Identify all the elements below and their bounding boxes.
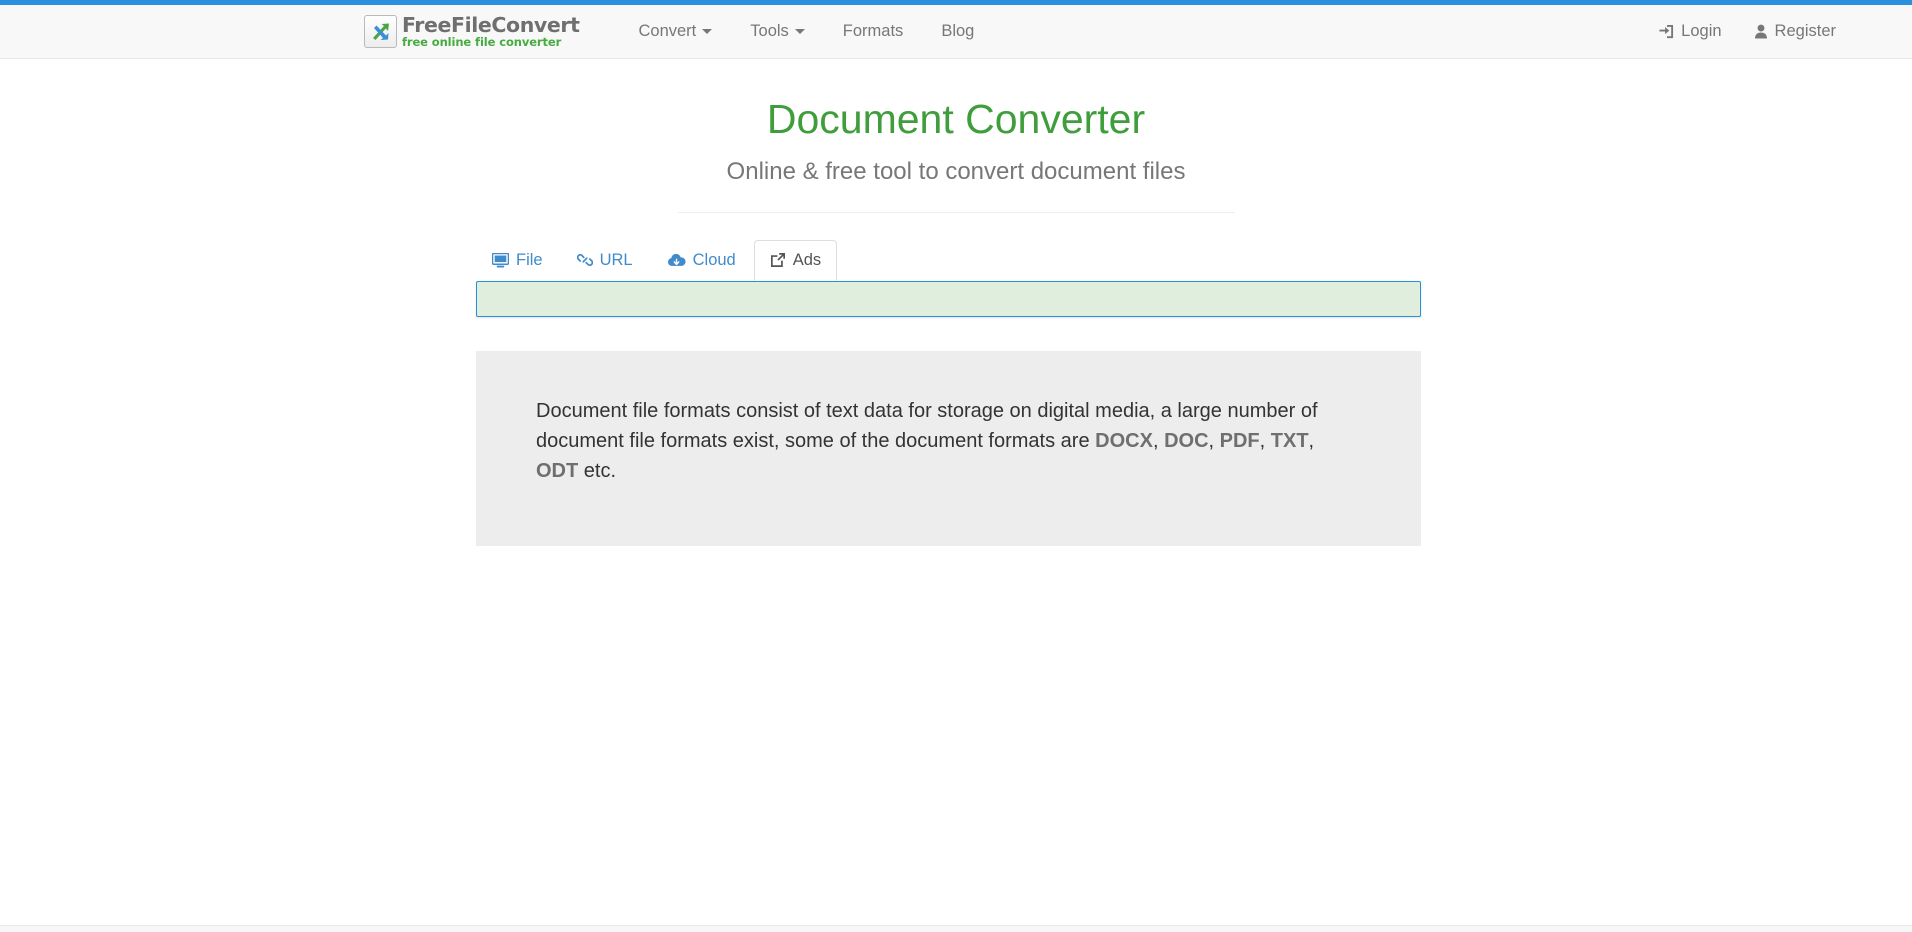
link-icon <box>577 252 593 268</box>
format-pdf: PDF <box>1220 430 1260 452</box>
nav-label-formats: Formats <box>843 22 904 41</box>
page-subtitle: Online & free tool to convert document f… <box>0 142 1912 186</box>
nav-item-convert[interactable]: Convert <box>619 5 731 58</box>
info-sep-3: , <box>1260 430 1271 452</box>
info-sep-2: , <box>1209 430 1220 452</box>
sign-in-icon <box>1659 24 1674 39</box>
upload-panel[interactable] <box>476 281 1421 317</box>
nav-item-blog[interactable]: Blog <box>922 5 993 58</box>
tab-file[interactable]: File <box>476 240 559 281</box>
user-icon <box>1754 24 1768 39</box>
tab-label-ads: Ads <box>793 251 821 269</box>
brand-logo-link[interactable]: FreeFileConvert free online file convert… <box>364 15 579 49</box>
format-txt: TXT <box>1271 430 1309 452</box>
nav-label-convert: Convert <box>638 22 696 41</box>
nav-item-formats[interactable]: Formats <box>824 5 923 58</box>
account-nav: Login Register <box>1643 5 1852 58</box>
format-info-box: Document file formats consist of text da… <box>476 351 1421 546</box>
monitor-icon <box>492 253 509 268</box>
format-info-text: Document file formats consist of text da… <box>536 396 1361 486</box>
page-title: Document Converter <box>0 97 1912 142</box>
chevron-down-icon <box>702 29 712 34</box>
chevron-down-icon <box>795 29 805 34</box>
primary-nav: Convert Tools Formats Blog <box>619 5 993 58</box>
cloud-download-icon <box>667 253 686 268</box>
format-docx: DOCX <box>1095 430 1153 452</box>
nav-label-blog: Blog <box>941 22 974 41</box>
format-doc: DOC <box>1164 430 1208 452</box>
info-sentence-end: etc. <box>578 460 616 482</box>
external-link-icon <box>770 252 786 268</box>
convert-arrows-icon <box>364 15 397 48</box>
register-link[interactable]: Register <box>1738 5 1852 58</box>
source-tabs: File URL <box>476 240 1421 281</box>
main-navbar: FreeFileConvert free online file convert… <box>0 5 1912 59</box>
page-container: Document Converter Online & free tool to… <box>0 59 1912 546</box>
brand-tagline: free online file converter <box>402 37 579 49</box>
tab-label-url: URL <box>600 251 633 269</box>
tab-ads[interactable]: Ads <box>754 240 837 281</box>
page-footer <box>0 925 1912 932</box>
brand-name: FreeFileConvert <box>402 15 579 36</box>
tab-url[interactable]: URL <box>561 240 649 281</box>
login-link[interactable]: Login <box>1643 5 1737 58</box>
page-header: Document Converter Online & free tool to… <box>0 59 1912 213</box>
tab-cloud[interactable]: Cloud <box>651 240 752 281</box>
social-links <box>0 926 1912 932</box>
login-label: Login <box>1681 22 1721 41</box>
info-sep-1: , <box>1153 430 1164 452</box>
register-label: Register <box>1775 22 1836 41</box>
tab-label-file: File <box>516 251 543 269</box>
info-sep-4: , <box>1309 430 1315 452</box>
tab-label-cloud: Cloud <box>693 251 736 269</box>
nav-item-tools[interactable]: Tools <box>731 5 824 58</box>
nav-label-tools: Tools <box>750 22 789 41</box>
format-odt: ODT <box>536 460 578 482</box>
header-divider <box>678 212 1235 213</box>
source-tabs-container: File URL <box>476 240 1421 281</box>
